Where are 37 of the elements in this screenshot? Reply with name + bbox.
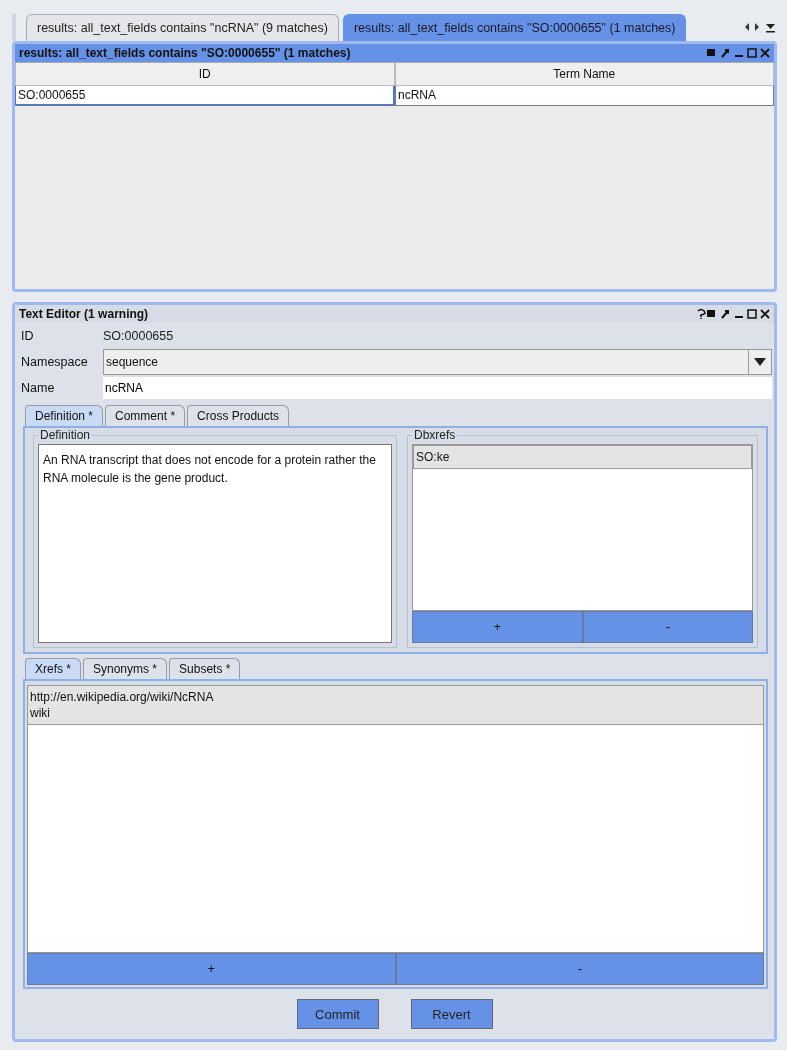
namespace-dropdown[interactable]: sequence xyxy=(103,349,772,375)
revert-button[interactable]: Revert xyxy=(410,999,493,1029)
group-label: Definition xyxy=(39,428,92,442)
table-cell: ncRNA xyxy=(395,86,774,106)
window-controls-icon[interactable] xyxy=(696,308,770,320)
commit-button[interactable]: Commit xyxy=(296,999,379,1029)
window-controls-icon[interactable] xyxy=(706,47,770,59)
field-label: ID xyxy=(21,329,35,343)
table-cell: SO:0000655 xyxy=(15,86,395,106)
column-header[interactable]: Term Name xyxy=(394,63,774,86)
dbxref-item[interactable]: SO:ke xyxy=(413,445,752,469)
panel-title: results: all_text_fields contains "SO:0000655" (1 matches) xyxy=(19,46,351,60)
tab[interactable]: Comment * xyxy=(105,405,186,426)
name-field[interactable]: ncRNA xyxy=(103,377,772,399)
id-value: SO:0000655 xyxy=(103,329,174,343)
add-button[interactable]: + xyxy=(27,953,396,985)
tab[interactable]: Definition * xyxy=(25,405,104,426)
document-tab[interactable]: results: all_text_fields contains "ncRNA" (9 matches) xyxy=(26,14,339,41)
field-label: Namespace xyxy=(21,355,89,369)
dropdown-arrow-icon xyxy=(754,358,766,366)
add-button[interactable]: + xyxy=(412,611,583,643)
xref-url: http://en.wikipedia.org/wiki/NcRNA xyxy=(30,690,215,704)
definition-text-area[interactable]: An RNA transcript that does not encode for a protein rather the RNA molecule is the gene product. xyxy=(38,444,392,643)
column-header[interactable]: ID xyxy=(15,63,395,86)
group-label: Dbxrefs xyxy=(413,428,457,442)
tab-navigation-icon[interactable] xyxy=(743,21,777,33)
remove-button[interactable]: - xyxy=(582,611,753,643)
document-tab[interactable]: results: all_text_fields contains "SO:0000655" (1 matches) xyxy=(342,14,687,41)
tab[interactable]: Synonyms * xyxy=(83,658,168,679)
tab[interactable]: Subsets * xyxy=(169,658,241,679)
field-label: Name xyxy=(21,381,56,395)
xref-description: wiki xyxy=(30,706,51,720)
xref-item[interactable]: http://en.wikipedia.org/wiki/NcRNA wiki xyxy=(28,686,763,725)
tab[interactable]: Cross Products xyxy=(187,405,290,426)
tab[interactable]: Xrefs * xyxy=(25,658,81,679)
panel-title: Text Editor (1 warning) xyxy=(19,307,149,321)
remove-button[interactable]: - xyxy=(395,953,764,985)
